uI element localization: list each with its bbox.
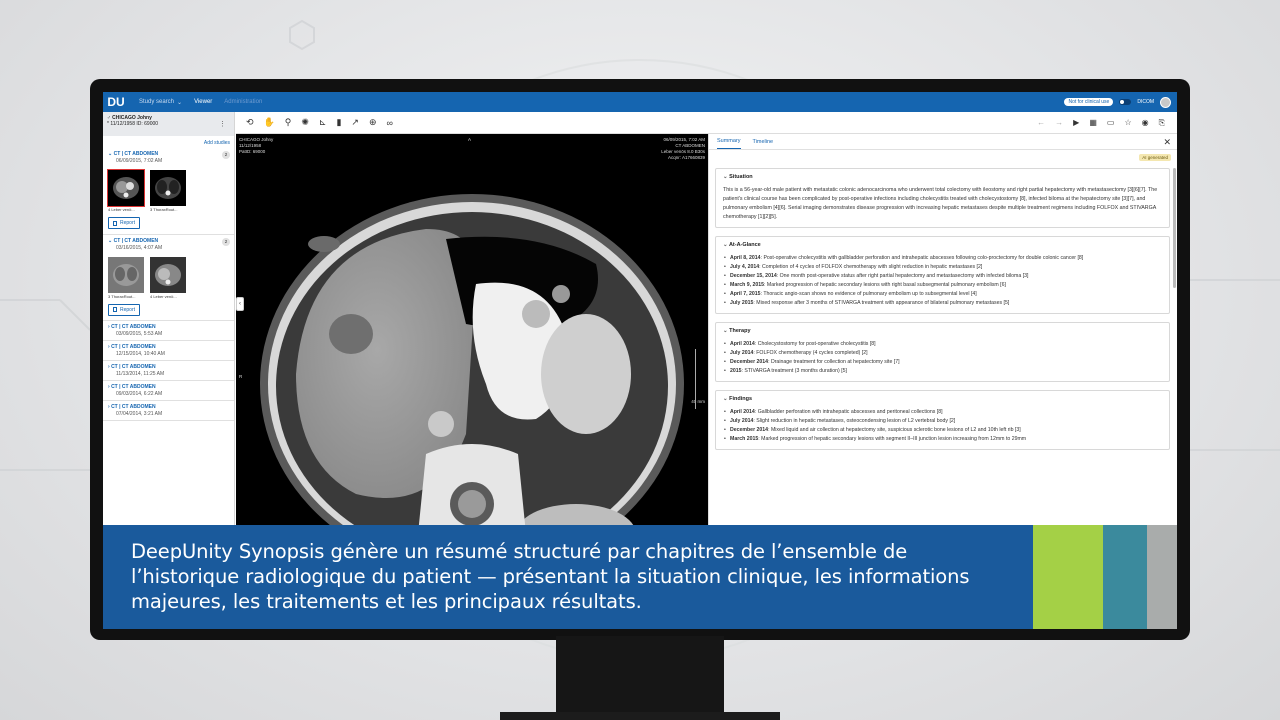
rotate-icon[interactable]: ⟲ xyxy=(246,117,254,128)
study-item[interactable]: › CT | CT ABDOMEN 09/03/2014, 6:22 AM xyxy=(103,381,234,401)
patient-dob-id: * 11/12/1958 ID: 69000 xyxy=(107,121,159,127)
link-icon[interactable]: ∞ xyxy=(387,118,393,128)
caption-text: DeepUnity Synopsis génère un résumé stru… xyxy=(131,540,970,613)
measure-icon[interactable]: ⊾ xyxy=(319,117,327,128)
nav-administration[interactable]: Administration xyxy=(224,99,262,105)
monitor-icon[interactable]: ▭ xyxy=(1107,118,1115,127)
section-title: Findings xyxy=(723,396,1162,402)
study-item[interactable]: ⌄ CT | CT ABDOMEN 03/16/2015, 4:07 AM 2 … xyxy=(103,235,234,321)
tab-summary[interactable]: Summary xyxy=(717,134,741,149)
avatar[interactable] xyxy=(1160,96,1171,108)
study-item[interactable]: › CT | CT ABDOMEN 07/04/2014, 3:21 AM xyxy=(103,401,234,421)
crosshair-icon[interactable]: ⊕ xyxy=(369,117,377,128)
situation-card: Situation This is a 56-year-old male pat… xyxy=(715,168,1170,228)
series-thumbnail[interactable]: 4 Leber venö... xyxy=(107,169,145,212)
arrow-annotation-icon[interactable]: ↗ xyxy=(351,117,359,128)
export-icon[interactable]: ⎘ xyxy=(1159,118,1165,128)
collapse-panel-button[interactable]: ‹ xyxy=(236,297,244,311)
clinical-use-badge: Not for clinical use xyxy=(1064,98,1114,106)
zoom-icon[interactable]: ⚲ xyxy=(285,117,292,128)
layout-grid-icon[interactable]: ▦ xyxy=(1089,118,1097,127)
scrollbar[interactable] xyxy=(1173,168,1176,288)
findings-card: Findings April 2014: Gallbladder perfora… xyxy=(715,390,1170,450)
more-options-icon[interactable]: ⋮ xyxy=(219,120,226,128)
list-item: July 2014: FOLFOX chemotherapy (4 cycles… xyxy=(723,349,1162,358)
report-button[interactable]: Report xyxy=(108,217,141,229)
caption-banner: DeepUnity Synopsis génère un résumé stru… xyxy=(103,525,1033,629)
patient-header: ♂ CHICAGO Johny * 11/12/1958 ID: 69000 ⋮ xyxy=(103,112,234,136)
dicom-label: DICOM xyxy=(1137,99,1154,105)
close-icon[interactable]: ✕ xyxy=(1163,137,1171,148)
viewer-overlay-study: 06/09/2015, 7:02 AM CT ABDOMEN Leber venös… xyxy=(661,137,705,160)
study-item[interactable]: › CT | CT ABDOMEN 03/09/2015, 5:53 AM xyxy=(103,321,234,341)
dicom-toggle[interactable] xyxy=(1119,99,1132,105)
chevron-down-icon: ⌄ xyxy=(177,99,183,106)
study-item[interactable]: ⌄ CT | CT ABDOMEN 06/09/2015, 7:02 AM 2 … xyxy=(103,148,234,235)
top-bar: DU Study search ⌄ Viewer Administration N… xyxy=(103,92,1177,112)
viewer-overlay-patient: CHICAGO Johny 11/12/1958 PatID: 69000 xyxy=(239,137,274,154)
forward-arrow-icon[interactable]: → xyxy=(1055,118,1063,127)
orientation-marker-left: R xyxy=(239,374,243,379)
series-count-badge: 2 xyxy=(222,237,230,246)
section-title: At-A-Glance xyxy=(723,242,1162,248)
therapy-card: Therapy April 2014: Cholecystostomy for … xyxy=(715,322,1170,382)
list-item: July 2014: Slight reduction in hepatic m… xyxy=(723,417,1162,426)
series-thumbnail[interactable]: 4 Leber venö... xyxy=(150,256,186,299)
list-item: April 7, 2015: Thoracic angio-scan shows… xyxy=(723,290,1162,299)
top-bar-right: Not for clinical use DICOM xyxy=(1064,96,1171,108)
nav-viewer[interactable]: Viewer xyxy=(194,99,212,105)
at-a-glance-card: At-A-Glance April 8, 2014: Post-operativ… xyxy=(715,236,1170,314)
list-item: July 2015: Mixed response after 3 months… xyxy=(723,299,1162,308)
eye-icon[interactable]: ◉ xyxy=(1142,118,1149,127)
series-thumbnail[interactable]: 3 ThoraxRout... xyxy=(108,256,144,299)
play-icon[interactable]: ▶ xyxy=(1073,118,1079,127)
scale-label: 40 mm xyxy=(691,399,705,404)
decor-block-green xyxy=(1033,525,1103,629)
document-icon xyxy=(113,220,117,226)
series-count-badge: 2 xyxy=(222,151,230,159)
document-icon xyxy=(113,307,117,312)
section-title: Therapy xyxy=(723,328,1162,334)
decor-block-teal xyxy=(1103,525,1147,629)
add-studies-link[interactable]: Add studies xyxy=(103,136,234,148)
list-item: December 2014: Mixed liquid and air coll… xyxy=(723,426,1162,435)
app-logo[interactable]: DU xyxy=(105,92,127,112)
panel-tabs: Summary Timeline ✕ xyxy=(709,134,1177,150)
orientation-marker-top: A xyxy=(468,137,472,142)
ruler-icon[interactable]: ▮ xyxy=(336,117,341,128)
situation-text: This is a 56-year-old male patient with … xyxy=(723,187,1158,220)
window-level-icon[interactable]: ✺ xyxy=(301,117,309,128)
monitor-stand xyxy=(556,636,724,720)
report-button[interactable]: Report xyxy=(108,303,141,316)
list-item: March 9, 2015: Marked progression of hep… xyxy=(723,281,1162,290)
back-arrow-icon[interactable]: ← xyxy=(1037,118,1045,127)
decor-block-grey xyxy=(1147,525,1177,629)
study-item[interactable]: › CT | CT ABDOMEN 11/13/2014, 11:25 AM xyxy=(103,361,234,381)
pan-icon[interactable]: ✋ xyxy=(264,117,275,128)
viewer-toolbar: ⟲ ✋ ⚲ ✺ ⊾ ▮ ↗ ⊕ ∞ ← → ▶ ▦ ▭ ☆ ◉ ⎘ xyxy=(236,112,1177,134)
scale-bar xyxy=(695,349,696,409)
monitor-base xyxy=(500,712,780,720)
list-item: December 15, 2014: One month post-operat… xyxy=(723,272,1162,281)
ai-generated-badge: AI generated xyxy=(1139,154,1171,161)
list-item: April 8, 2014: Post-operative cholecysti… xyxy=(723,254,1162,263)
star-icon[interactable]: ☆ xyxy=(1124,118,1131,127)
tab-timeline[interactable]: Timeline xyxy=(753,135,774,149)
study-item[interactable]: › CT | CT ABDOMEN 12/15/2014, 10:40 AM xyxy=(103,341,234,361)
list-item: December 2014: Drainage treatment for co… xyxy=(723,358,1162,367)
list-item: April 2014: Cholecystostomy for post-ope… xyxy=(723,340,1162,349)
list-item: March 2015: Marked progression of hepati… xyxy=(723,435,1162,444)
series-thumbnail[interactable]: 3 ThoraxRout... xyxy=(150,170,186,212)
list-item: 2015: STIVARGA treatment (3 months durat… xyxy=(723,367,1162,376)
list-item: April 2014: Gallbladder perforation with… xyxy=(723,408,1162,417)
list-item: July 4, 2014: Completion of 4 cycles of … xyxy=(723,263,1162,272)
section-title: Situation xyxy=(723,174,1162,180)
nav-study-search[interactable]: Study search ⌄ xyxy=(139,99,182,106)
